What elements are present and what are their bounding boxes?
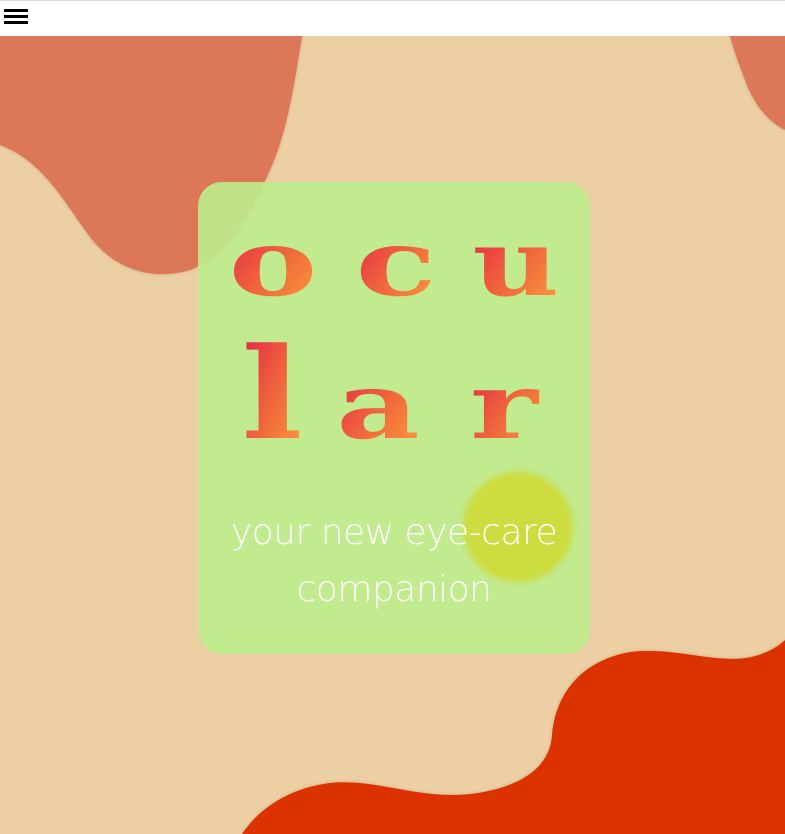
ocular-logo: o c u l a r [229,209,560,468]
hamburger-line [4,21,28,24]
logo-letter-o: o [229,209,318,317]
tagline-line-2: companion [296,569,492,610]
logo-letter-u: u [473,210,560,318]
tagline-line-1: your new eye-care [230,512,558,553]
hamburger-line [4,9,28,12]
logo-letter-c: c [355,209,436,317]
logo-letter-r: r [470,353,540,461]
logo-letter-a: a [336,353,419,461]
ocular-landing-page: o c u l a r your new eye-care companion [0,0,785,834]
hamburger-menu-icon[interactable] [4,7,28,27]
tagline: your new eye-care companion [198,504,590,618]
top-navigation-bar [0,0,785,36]
logo-letter-l: l [241,321,303,468]
hamburger-line [4,15,28,18]
hero-card: o c u l a r your new eye-care companion [198,182,590,654]
